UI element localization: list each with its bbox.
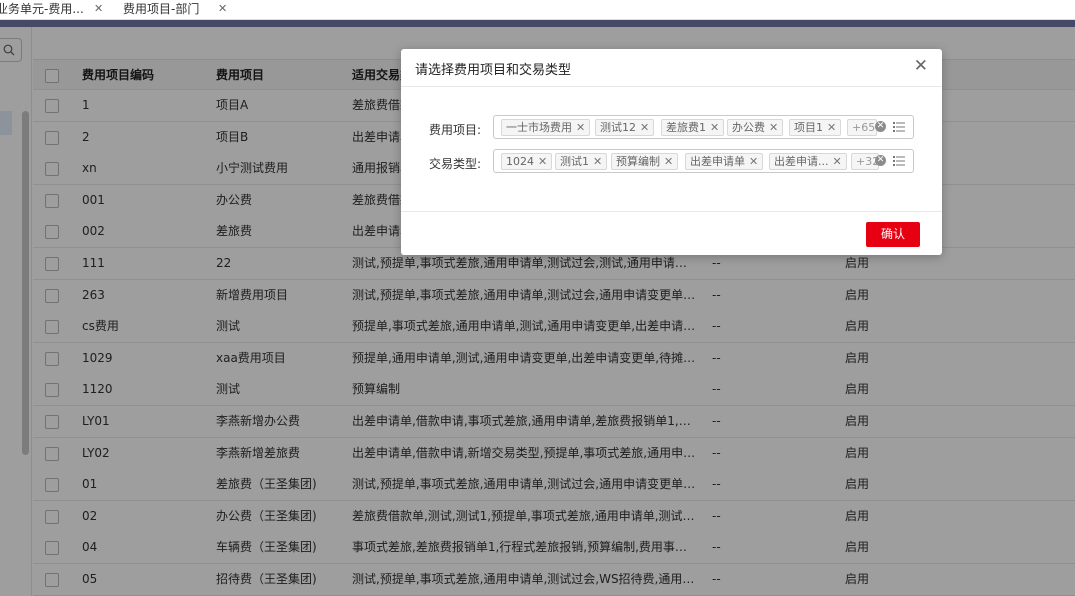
tag: 项目1 ✕	[789, 119, 842, 136]
tag-remove-icon[interactable]: ✕	[769, 121, 778, 134]
dialog-title: 请选择费用项目和交易类型	[415, 63, 572, 78]
tag: 出差申请... ✕	[769, 153, 847, 170]
transaction-type-select[interactable]: 1024 ✕ 测试1 ✕ 预算编制 ✕ 出差申请单 ✕ 出差申请... ✕ +32 ✕	[493, 149, 914, 173]
tag-remove-icon[interactable]: ✕	[749, 155, 758, 168]
tab-expense-dept[interactable]: 费用项目-部门 ✕	[123, 0, 227, 20]
select-dialog: 请选择费用项目和交易类型 ✕ 费用项目: 一士市场费用 ✕ 测试12 ✕ 差旅费1 ✕…	[401, 49, 942, 255]
tag-remove-icon[interactable]: ✕	[640, 121, 649, 134]
tag: 一士市场费用 ✕	[501, 119, 591, 136]
tab-business-unit[interactable]: 业务单元-费用... ✕	[0, 0, 103, 20]
tag: 预算编制 ✕	[611, 153, 679, 170]
transaction-type-label: 交易类型:	[429, 157, 482, 171]
tab-label: 业务单元-费用...	[0, 2, 84, 16]
tag: 差旅费1 ✕	[661, 119, 725, 136]
tab-close-icon[interactable]: ✕	[218, 0, 227, 18]
tab-bar: 业务单元-费用... ✕ 费用项目-部门 ✕	[0, 0, 1075, 20]
tab-close-icon[interactable]: ✕	[94, 0, 103, 18]
list-icon[interactable]	[893, 121, 905, 133]
clear-circle-icon[interactable]: ✕	[875, 121, 886, 132]
expense-item-select[interactable]: 一士市场费用 ✕ 测试12 ✕ 差旅费1 ✕ 办公费 ✕ 项目1 ✕ +65 ✕	[493, 115, 914, 139]
tag-remove-icon[interactable]: ✕	[664, 155, 673, 168]
list-icon[interactable]	[893, 155, 905, 167]
dialog-header-divider	[401, 86, 942, 87]
tab-label: 费用项目-部门	[123, 2, 200, 16]
expense-item-label: 费用项目:	[429, 123, 482, 137]
close-icon[interactable]: ✕	[914, 56, 928, 76]
tag-remove-icon[interactable]: ✕	[576, 121, 585, 134]
tag: 测试12 ✕	[595, 119, 655, 136]
tag-remove-icon[interactable]: ✕	[710, 121, 719, 134]
header-strip	[0, 20, 1075, 27]
tag-remove-icon[interactable]: ✕	[538, 155, 547, 168]
tag: 办公费 ✕	[727, 119, 784, 136]
tag-remove-icon[interactable]: ✕	[827, 121, 836, 134]
more-count-tag: +65	[847, 119, 877, 136]
dialog-footer-divider	[401, 211, 942, 212]
confirm-button[interactable]: 确认	[866, 222, 920, 247]
clear-circle-icon[interactable]: ✕	[875, 155, 886, 166]
tag: 测试1 ✕	[555, 153, 608, 170]
tag-remove-icon[interactable]: ✕	[833, 155, 842, 168]
tag: 1024 ✕	[501, 153, 553, 170]
tag: 出差申请单 ✕	[685, 153, 764, 170]
tag-remove-icon[interactable]: ✕	[593, 155, 602, 168]
